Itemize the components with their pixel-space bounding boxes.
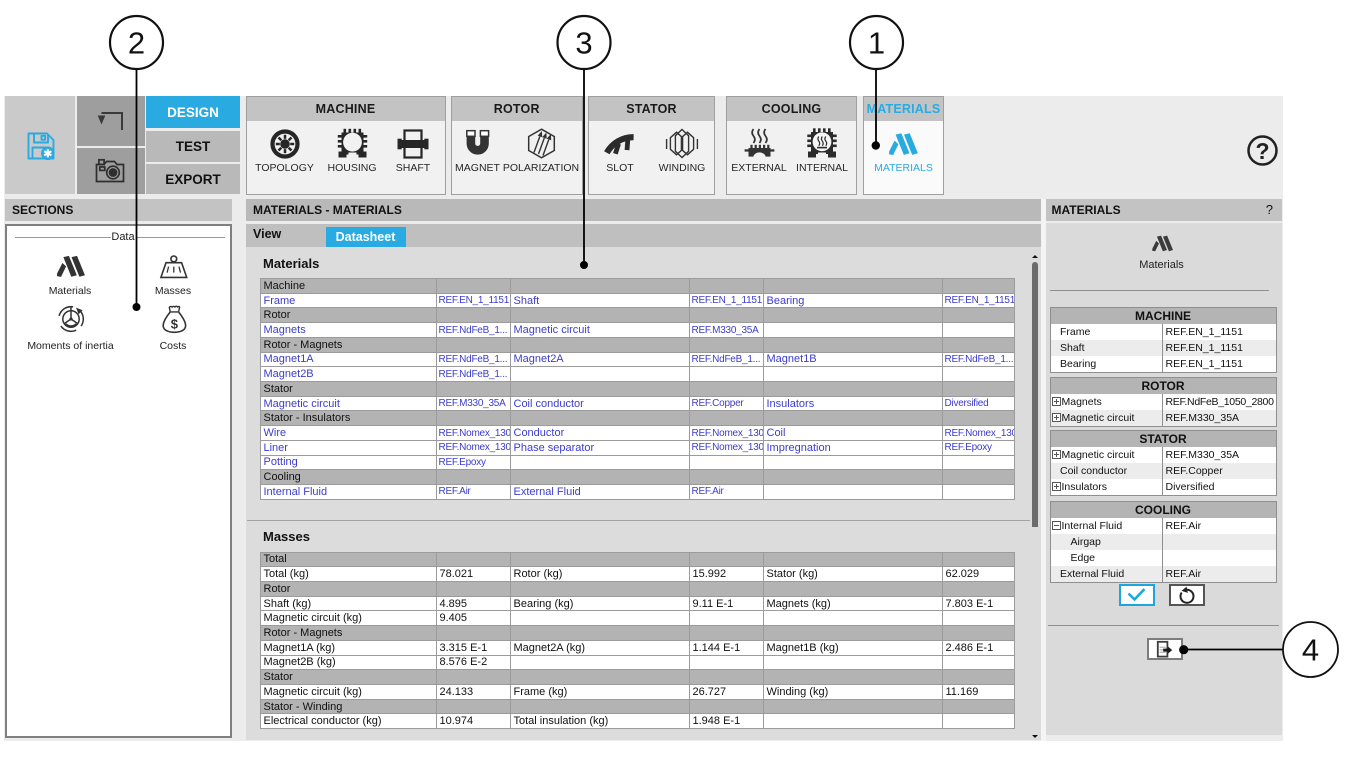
- svg-text:3: 3: [575, 26, 592, 61]
- svg-text:4: 4: [1302, 633, 1319, 668]
- svg-text:2: 2: [128, 26, 145, 61]
- svg-text:1: 1: [868, 26, 885, 61]
